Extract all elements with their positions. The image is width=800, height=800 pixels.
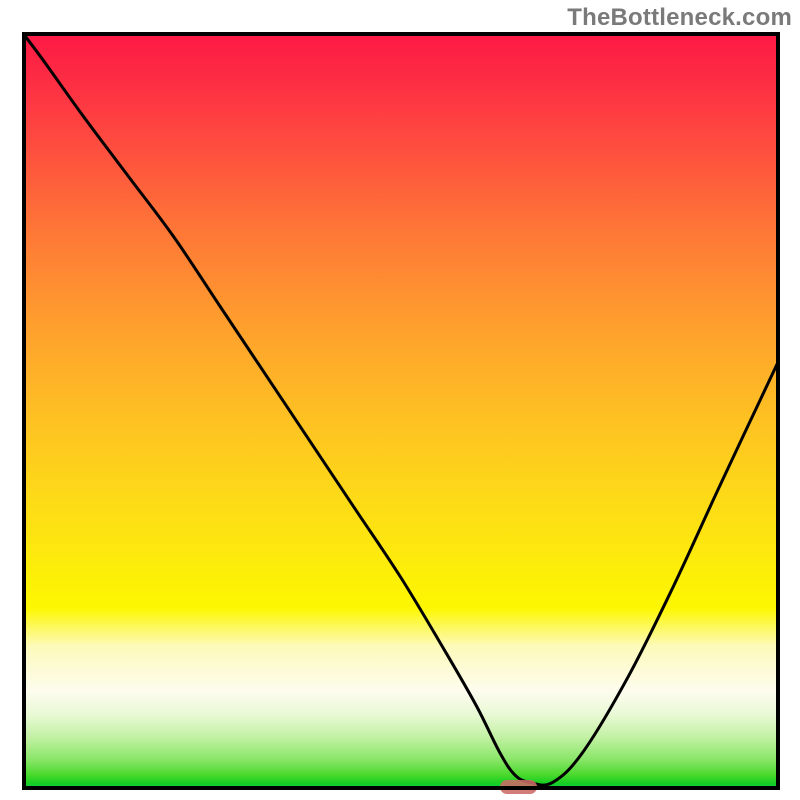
- gradient-background: [22, 32, 780, 790]
- plot-area: [22, 32, 780, 790]
- watermark-label: TheBottleneck.com: [567, 4, 792, 32]
- chart-container: TheBottleneck.com: [0, 0, 800, 800]
